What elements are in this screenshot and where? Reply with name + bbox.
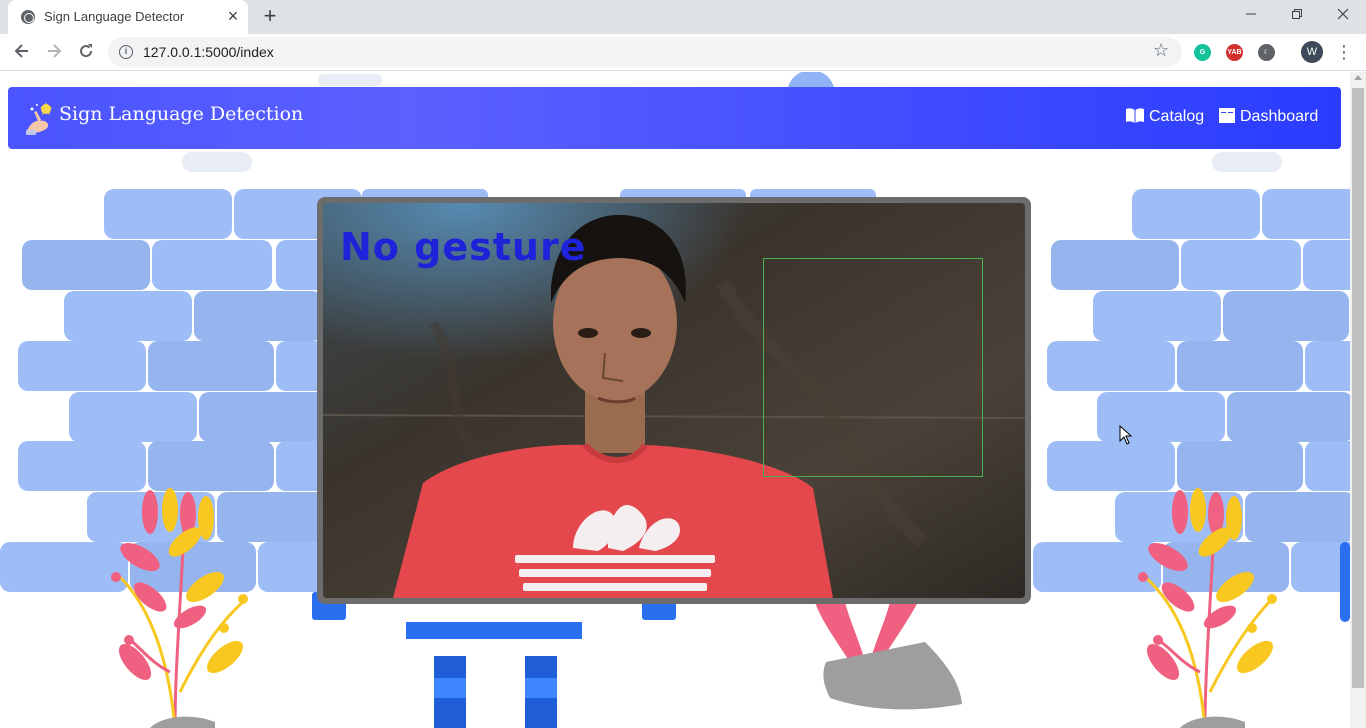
hand-detection-roi	[763, 258, 983, 477]
restore-icon[interactable]	[1274, 0, 1320, 30]
info-icon[interactable]: i	[119, 45, 133, 59]
nav-link-dashboard[interactable]: Dashboard	[1219, 108, 1318, 128]
browser-tabstrip: Sign Language Detector × +	[0, 0, 1366, 34]
mouse-cursor-icon	[1119, 425, 1133, 445]
nav-link-catalog[interactable]: Catalog	[1126, 108, 1204, 128]
moon-icon[interactable]: ☾	[1258, 44, 1275, 61]
gesture-status-label: No gesture	[340, 225, 587, 269]
scrollbar-thumb[interactable]	[1352, 88, 1364, 688]
nav-link-label: Catalog	[1149, 108, 1205, 125]
center-plant	[815, 602, 962, 710]
open-book-icon	[1126, 108, 1144, 128]
star-icon[interactable]: ☆	[1153, 40, 1169, 61]
grammarly-icon[interactable]: G	[1194, 44, 1211, 61]
video-frame: No gesture	[317, 197, 1031, 604]
yab-icon[interactable]: YAB	[1226, 44, 1243, 61]
nav-link-label: Dashboard	[1240, 108, 1319, 125]
forward-arrow-icon[interactable]	[40, 39, 68, 67]
reload-icon[interactable]	[72, 39, 100, 67]
brand-title[interactable]: Sign Language Detection	[59, 103, 303, 125]
browser-tab[interactable]: Sign Language Detector ×	[8, 0, 248, 34]
close-window-icon[interactable]	[1320, 0, 1366, 30]
address-bar[interactable]: i 127.0.0.1:5000/index ☆	[108, 37, 1182, 67]
minimize-icon[interactable]	[1228, 0, 1274, 30]
url-text[interactable]: 127.0.0.1:5000/index	[143, 44, 274, 60]
tab-title: Sign Language Detector	[44, 9, 185, 24]
right-brick-wall	[1033, 189, 1350, 592]
plus-icon[interactable]: +	[258, 4, 282, 28]
browser-toolbar: i 127.0.0.1:5000/index ☆ G YAB ☾ W ⋮	[0, 34, 1366, 71]
globe-icon	[21, 10, 35, 24]
back-arrow-icon[interactable]	[8, 39, 36, 67]
top-navbar: Sign Language Detection Catalog Dashboar…	[8, 87, 1341, 149]
page-viewport: Sign Language Detection Catalog Dashboar…	[0, 72, 1350, 728]
scroll-up-icon[interactable]	[1354, 75, 1362, 80]
page-scrollbar[interactable]	[1350, 72, 1366, 728]
kebab-menu-icon[interactable]: ⋮	[1335, 40, 1353, 64]
webcam-feed: No gesture	[323, 203, 1025, 598]
columns-icon	[1219, 108, 1235, 128]
close-icon[interactable]: ×	[224, 6, 242, 26]
avatar[interactable]: W	[1301, 41, 1323, 63]
hand-logo-icon[interactable]	[24, 101, 56, 137]
